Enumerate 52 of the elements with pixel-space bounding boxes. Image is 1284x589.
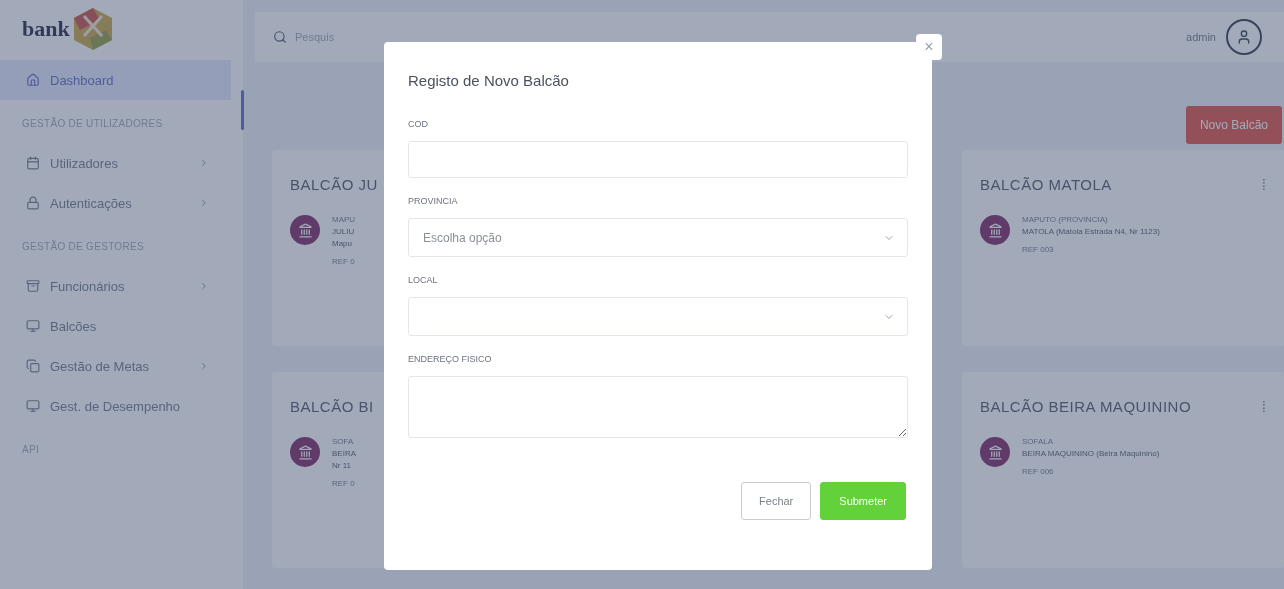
card-title: BALCÃO MATOLA (980, 176, 1112, 193)
logo-text: bank (22, 16, 70, 42)
monitor-icon (26, 399, 40, 413)
close-button[interactable]: × (916, 34, 942, 60)
field-label: ENDEREÇO FISICO (408, 354, 493, 364)
address-text: JULIU (332, 227, 356, 236)
province-text: SOFA (332, 437, 355, 446)
sidebar-item[interactable]: Balcões (0, 306, 231, 346)
address-text: Mapu (332, 239, 353, 248)
field-label: PROVINCIA (408, 196, 459, 206)
submit-button[interactable]: Submeter (820, 482, 906, 520)
province-text: MAPU (332, 215, 356, 224)
select-field[interactable]: Escolha opção (408, 218, 908, 257)
calendar-icon (26, 156, 40, 170)
sidebar-item[interactable]: Funcionários (0, 266, 231, 306)
more-menu-icon[interactable]: ⁞ (1261, 398, 1266, 415)
close-button[interactable]: Fechar (741, 482, 812, 520)
more-menu-icon[interactable]: ⁞ (1261, 176, 1266, 193)
monitor-icon (26, 319, 40, 333)
province-text: MAPUTO (PROVINCIA) (1022, 215, 1109, 224)
card-title: BALCÃO BEIRA MAQUININO (980, 398, 1192, 415)
active-indicator (241, 90, 244, 130)
new-counter-button[interactable]: Novo Balcão (1185, 106, 1282, 144)
sidebar-item[interactable]: Gestão de Metas (0, 346, 231, 386)
copy-icon (26, 359, 40, 373)
province-text: SOFALA (1022, 437, 1055, 446)
sidebar-item[interactable]: Utilizadores (0, 143, 231, 183)
input-field[interactable] (408, 141, 908, 178)
house-icon (26, 73, 40, 87)
card-title: BALCÃO JU (290, 176, 378, 193)
archive-icon (26, 279, 40, 293)
sidebar-item[interactable]: Dashboard (0, 60, 231, 100)
user-name: admin (1186, 31, 1216, 43)
field-label: COD (408, 119, 429, 129)
bank-icon (290, 215, 320, 245)
search-icon (273, 30, 287, 44)
field-label: LOCAL (408, 275, 439, 285)
sidebar-item[interactable]: Autenticações (0, 183, 231, 223)
bank-icon (980, 437, 1010, 467)
textarea-field[interactable] (408, 376, 908, 438)
user-avatar-icon[interactable] (1226, 19, 1262, 55)
card-title: BALCÃO BI (290, 398, 374, 415)
address-text: MATOLA (Matola Estrada N4, Nr 1123) (1022, 227, 1160, 236)
modal-title: Registo de Novo Balcão (408, 72, 570, 89)
lock-icon (26, 196, 40, 210)
bank-icon (290, 437, 320, 467)
address-text: BEIRA (332, 449, 356, 458)
address-text: Nr 11 (332, 461, 352, 470)
address-text: BEIRA MAQUININO (Beira Maquinino) (1022, 449, 1160, 458)
select-field[interactable] (408, 297, 908, 336)
bank-icon (980, 215, 1010, 245)
sidebar-item[interactable]: Gest. de Desempenho (0, 386, 231, 426)
